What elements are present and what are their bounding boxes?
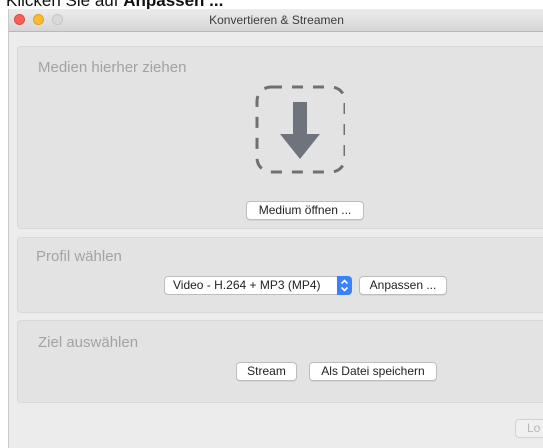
open-medium-button[interactable]: Medium öffnen ... [246,201,364,220]
title-bar: Konvertieren & Streamen [9,9,543,32]
profile-heading: Profil wählen [36,248,122,265]
profile-panel: Profil wählen Video - H.264 + MP3 (MP4) … [17,237,543,313]
destination-heading: Ziel auswählen [38,334,139,351]
media-drop-zone[interactable] [251,80,347,174]
media-panel: Medien hierher ziehen Medium öffnen ... [17,46,543,229]
start-button[interactable]: Lo [515,419,543,438]
instruction-caption: Klicken Sie auf Anpassen ... [6,0,223,10]
media-heading: Medien hierher ziehen [38,59,187,76]
window-title: Konvertieren & Streamen [209,13,344,27]
download-arrow-icon [255,85,347,174]
customize-profile-button[interactable]: Anpassen ... [359,276,447,295]
convert-stream-window: Konvertieren & Streamen Medien hierher z… [8,9,543,448]
profile-select[interactable]: Video - H.264 + MP3 (MP4) [164,276,352,295]
stream-button[interactable]: Stream [236,362,297,381]
select-stepper-icon [337,276,352,295]
destination-panel: Ziel auswählen Stream Als Datei speicher… [17,320,543,403]
save-as-file-button[interactable]: Als Datei speichern [309,362,437,381]
profile-select-value: Video - H.264 + MP3 (MP4) [173,278,321,292]
